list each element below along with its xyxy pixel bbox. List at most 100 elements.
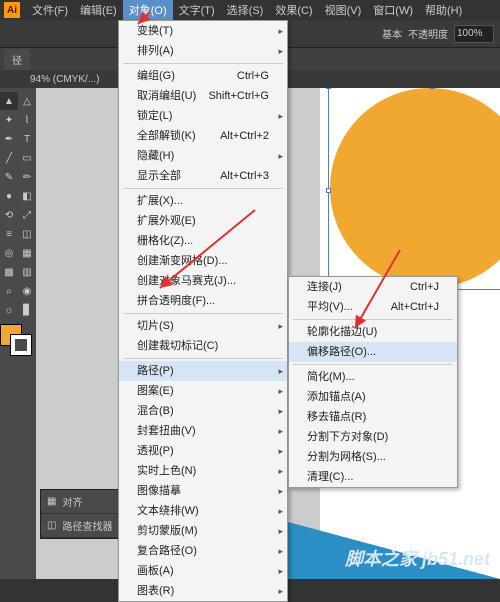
object-menu-item[interactable]: 拼合透明度(F)... <box>119 291 287 311</box>
document-tab[interactable]: 径 <box>4 49 30 70</box>
pathfinder-icon: ◫ <box>47 520 56 531</box>
menu-item-label: 偏移路径(O)... <box>307 344 376 360</box>
path-submenu-item[interactable]: 简化(M)... <box>289 367 457 387</box>
object-menu-item[interactable]: 栅格化(Z)... <box>119 231 287 251</box>
pen-tool[interactable]: ✒ <box>0 130 18 148</box>
object-menu-item[interactable]: 创建裁切标记(C) <box>119 336 287 356</box>
object-menu-item[interactable]: 图案(E)▸ <box>119 381 287 401</box>
menu-window[interactable]: 窗口(W) <box>367 0 419 20</box>
object-menu-item[interactable]: 图表(R)▸ <box>119 581 287 601</box>
color-swatches[interactable] <box>0 324 32 356</box>
selection-tool[interactable]: ▲ <box>0 92 18 110</box>
object-menu-item[interactable]: 排列(A)▸ <box>119 41 287 61</box>
symbol-tool[interactable]: ☼ <box>0 301 18 319</box>
path-submenu-item[interactable]: 平均(V)...Alt+Ctrl+J <box>289 297 457 317</box>
eraser-tool[interactable]: ◧ <box>18 187 36 205</box>
scale-tool[interactable]: ⤢ <box>18 206 36 224</box>
submenu-arrow-icon: ▸ <box>278 23 283 39</box>
object-menu-item[interactable]: 画板(A)▸ <box>119 561 287 581</box>
object-menu-item[interactable]: 变换(T) ▸ <box>119 21 287 41</box>
graph-tool[interactable]: ▊ <box>18 301 36 319</box>
object-menu-item[interactable]: 锁定(L)▸ <box>119 106 287 126</box>
mesh-tool[interactable]: ▩ <box>0 263 18 281</box>
gradient-tool[interactable]: ▥ <box>18 263 36 281</box>
menu-item-label: 图表(R) <box>137 583 174 599</box>
submenu-arrow-icon: ▸ <box>278 523 283 539</box>
direct-selection-tool[interactable]: △ <box>18 92 36 110</box>
menu-item-label: 混合(B) <box>137 403 174 419</box>
object-menu-item[interactable]: 隐藏(H)▸ <box>119 146 287 166</box>
pencil-tool[interactable]: ✏ <box>18 168 36 186</box>
menu-item-label: 创建裁切标记(C) <box>137 338 218 354</box>
object-menu-item[interactable]: 文本绕排(W)▸ <box>119 501 287 521</box>
object-menu-item[interactable]: 创建渐变网格(D)... <box>119 251 287 271</box>
menu-view[interactable]: 视图(V) <box>319 0 368 20</box>
rectangle-tool[interactable]: ▭ <box>18 149 36 167</box>
object-menu-item[interactable]: 扩展外观(E) <box>119 211 287 231</box>
submenu-arrow-icon: ▸ <box>278 363 283 379</box>
menu-object[interactable]: 对象(O) <box>123 0 173 20</box>
object-menu-item[interactable]: 实时上色(N)▸ <box>119 461 287 481</box>
blob-tool[interactable]: ● <box>0 187 18 205</box>
object-menu-item[interactable]: 复合路径(O)▸ <box>119 541 287 561</box>
object-menu-item[interactable]: 混合(B) ▸ <box>119 401 287 421</box>
object-menu-separator <box>123 63 283 64</box>
submenu-arrow-icon: ▸ <box>278 318 283 334</box>
path-submenu-item[interactable]: 移去锚点(R) <box>289 407 457 427</box>
eyedropper-tool[interactable]: ⌕ <box>0 282 18 300</box>
shape-builder-tool[interactable]: ◎ <box>0 244 18 262</box>
menu-help[interactable]: 帮助(H) <box>419 0 468 20</box>
object-menu-item[interactable]: 封套扭曲(V)▸ <box>119 421 287 441</box>
opacity-label: 不透明度 <box>408 26 448 41</box>
menu-file[interactable]: 文件(F) <box>26 0 74 20</box>
path-submenu-item[interactable]: 连接(J)Ctrl+J <box>289 277 457 297</box>
object-menu-item[interactable]: 取消编组(U)Shift+Ctrl+G <box>119 86 287 106</box>
path-submenu-item[interactable]: 轮廓化描边(U) <box>289 322 457 342</box>
menu-item-label: 扩展(X)... <box>137 193 183 209</box>
width-tool[interactable]: ≡ <box>0 225 18 243</box>
path-submenu-item[interactable]: 清理(C)... <box>289 467 457 487</box>
menu-shortcut: Ctrl+G <box>237 68 269 84</box>
submenu-arrow-icon: ▸ <box>278 463 283 479</box>
blend-tool[interactable]: ◉ <box>18 282 36 300</box>
style-label: 基本 <box>382 26 402 41</box>
object-menu-item[interactable]: 显示全部Alt+Ctrl+3 <box>119 166 287 186</box>
menu-item-label: 添加锚点(A) <box>307 389 366 405</box>
menu-item-label: 扩展外观(E) <box>137 213 196 229</box>
menu-edit[interactable]: 编辑(E) <box>74 0 123 20</box>
object-menu-item[interactable]: 扩展(X)... <box>119 191 287 211</box>
path-submenu-item[interactable]: 偏移路径(O)... <box>289 342 457 362</box>
submenu-arrow-icon: ▸ <box>278 483 283 499</box>
path-submenu-item[interactable]: 分割为网格(S)... <box>289 447 457 467</box>
path-submenu-item[interactable]: 分割下方对象(D) <box>289 427 457 447</box>
object-menu-item[interactable]: 全部解锁(K)Alt+Ctrl+2 <box>119 126 287 146</box>
path-submenu-item[interactable]: 添加锚点(A) <box>289 387 457 407</box>
object-menu-item[interactable]: 剪切蒙版(M)▸ <box>119 521 287 541</box>
menu-item-label: 创建渐变网格(D)... <box>137 253 227 269</box>
menu-item-label: 拼合透明度(F)... <box>137 293 215 309</box>
object-menu-item[interactable]: 创建对象马赛克(J)... <box>119 271 287 291</box>
menu-item-label: 图案(E) <box>137 383 174 399</box>
object-menu-item[interactable]: 路径(P)▸ <box>119 361 287 381</box>
free-transform-tool[interactable]: ◫ <box>18 225 36 243</box>
menu-type[interactable]: 文字(T) <box>173 0 221 20</box>
object-menu-item[interactable]: 切片(S)▸ <box>119 316 287 336</box>
brush-tool[interactable]: ✎ <box>0 168 18 186</box>
line-tool[interactable]: ╱ <box>0 149 18 167</box>
lasso-tool[interactable]: ⌇ <box>18 111 36 129</box>
object-menu-item[interactable]: 编组(G)Ctrl+G <box>119 66 287 86</box>
perspective-tool[interactable]: ▦ <box>18 244 36 262</box>
menu-select[interactable]: 选择(S) <box>221 0 270 20</box>
menubar: Ai 文件(F) 编辑(E) 对象(O) 文字(T) 选择(S) 效果(C) 视… <box>0 0 500 20</box>
opacity-input[interactable] <box>454 25 494 43</box>
menu-item-label: 变换(T) <box>137 23 173 39</box>
object-menu-item[interactable]: 图像描摹▸ <box>119 481 287 501</box>
object-menu-item[interactable]: 透视(P)▸ <box>119 441 287 461</box>
stroke-swatch[interactable] <box>10 334 32 356</box>
object-menu-separator <box>123 313 283 314</box>
menu-effect[interactable]: 效果(C) <box>269 0 318 20</box>
submenu-arrow-icon: ▸ <box>278 403 283 419</box>
type-tool[interactable]: T <box>18 130 36 148</box>
rotate-tool[interactable]: ⟲ <box>0 206 18 224</box>
magic-wand-tool[interactable]: ✦ <box>0 111 18 129</box>
